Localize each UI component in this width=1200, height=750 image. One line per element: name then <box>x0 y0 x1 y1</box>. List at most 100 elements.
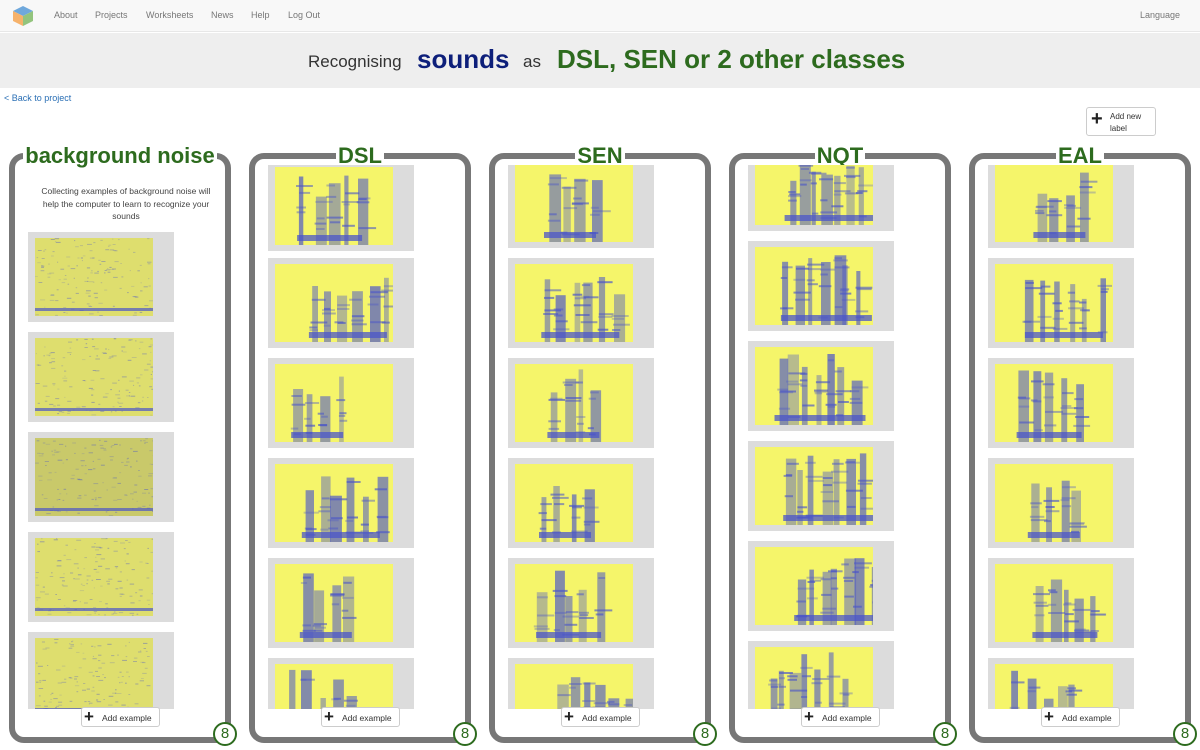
add-example-label: Add example <box>342 713 392 723</box>
example-count-badge: 8 <box>213 722 237 746</box>
add-example-button[interactable]: + Add example <box>1041 707 1120 727</box>
nav-news[interactable]: News <box>211 10 234 20</box>
nav-projects[interactable]: Projects <box>95 10 128 20</box>
spectrogram-thumbnail <box>275 264 393 342</box>
banner-classes: DSL, SEN or 2 other classes <box>557 44 906 74</box>
example-tile[interactable] <box>988 358 1134 448</box>
help-text: Collecting examples of background noise … <box>41 186 211 221</box>
examples-list[interactable] <box>255 165 465 709</box>
add-example-button[interactable]: + Add example <box>561 707 640 727</box>
example-tile[interactable] <box>508 558 654 648</box>
spectrogram-thumbnail <box>275 167 393 245</box>
spectrogram-thumbnail <box>995 264 1113 342</box>
spectrogram-thumbnail <box>755 247 873 325</box>
example-tile[interactable] <box>508 458 654 548</box>
add-new-label-text: Add new label <box>1110 112 1142 133</box>
example-tile[interactable] <box>988 165 1134 248</box>
add-example-label: Add example <box>822 713 872 723</box>
example-count-badge: 8 <box>693 722 717 746</box>
spectrogram-thumbnail <box>755 347 873 425</box>
spectrogram-thumbnail <box>275 364 393 442</box>
spectrogram-thumbnail <box>275 464 393 542</box>
example-tile[interactable] <box>28 632 174 709</box>
example-count-badge: 8 <box>933 722 957 746</box>
example-tile[interactable] <box>508 358 654 448</box>
add-example-label: Add example <box>582 713 632 723</box>
banner-as: as <box>523 52 541 71</box>
example-tile[interactable] <box>268 558 414 648</box>
spectrogram-thumbnail <box>995 464 1113 542</box>
add-example-button[interactable]: + Add example <box>801 707 880 727</box>
plus-icon: + <box>84 707 94 726</box>
spectrogram-thumbnail <box>515 165 633 242</box>
spectrogram-thumbnail <box>515 564 633 642</box>
examples-list[interactable] <box>495 165 705 709</box>
language-menu[interactable]: Language <box>1140 10 1180 20</box>
example-tile[interactable] <box>28 332 174 422</box>
example-tile[interactable] <box>28 232 174 322</box>
example-tile[interactable] <box>508 258 654 348</box>
label-column-nqt: NQT + Add example 8 <box>729 143 957 746</box>
spectrogram-thumbnail <box>755 447 873 525</box>
example-count-badge: 8 <box>453 722 477 746</box>
example-tile[interactable] <box>748 341 894 431</box>
spectrogram-thumbnail <box>35 438 153 516</box>
example-tile[interactable] <box>988 658 1134 709</box>
add-new-label-button[interactable]: + Add new label <box>1086 107 1156 136</box>
spectrogram-thumbnail <box>755 647 873 709</box>
example-tile[interactable] <box>268 358 414 448</box>
spectrogram-thumbnail <box>995 364 1113 442</box>
spectrogram-thumbnail <box>35 538 153 616</box>
example-tile[interactable] <box>508 165 654 248</box>
banner-type: sounds <box>417 44 510 74</box>
example-tile[interactable] <box>28 532 174 622</box>
nav-about[interactable]: About <box>54 10 78 20</box>
add-example-button[interactable]: + Add example <box>321 707 400 727</box>
example-tile[interactable] <box>988 258 1134 348</box>
example-tile[interactable] <box>988 458 1134 548</box>
example-tile[interactable] <box>268 258 414 348</box>
example-tile[interactable] <box>748 241 894 331</box>
nav-worksheets[interactable]: Worksheets <box>146 10 193 20</box>
plus-icon: + <box>324 707 334 726</box>
banner-prefix: Recognising <box>308 52 402 71</box>
example-tile[interactable] <box>268 658 414 709</box>
examples-list[interactable] <box>735 165 945 709</box>
example-count-badge: 8 <box>1173 722 1197 746</box>
spectrogram-thumbnail <box>515 664 633 709</box>
example-tile[interactable] <box>508 658 654 709</box>
spectrogram-thumbnail <box>275 564 393 642</box>
nav-logout[interactable]: Log Out <box>288 10 320 20</box>
spectrogram-thumbnail <box>35 238 153 316</box>
spectrogram-thumbnail <box>755 165 873 225</box>
nav-help[interactable]: Help <box>251 10 270 20</box>
example-tile[interactable] <box>748 541 894 631</box>
example-tile[interactable] <box>268 458 414 548</box>
spectrogram-thumbnail <box>35 338 153 416</box>
top-navbar: About Projects Worksheets News Help Log … <box>0 0 1200 32</box>
spectrogram-thumbnail <box>755 547 873 625</box>
label-column-eal: EAL + Add example 8 <box>969 143 1197 746</box>
label-column-sen: SEN + Add example 8 <box>489 143 717 746</box>
back-to-project-link[interactable]: < Back to project <box>4 93 71 103</box>
add-example-button[interactable]: + Add example <box>81 707 160 727</box>
example-tile[interactable] <box>268 165 414 251</box>
plus-icon: + <box>564 707 574 726</box>
example-tile[interactable] <box>988 558 1134 648</box>
cube-logo-icon[interactable] <box>12 5 34 27</box>
add-example-label: Add example <box>102 713 152 723</box>
examples-list[interactable] <box>975 165 1185 709</box>
example-tile[interactable] <box>748 165 894 231</box>
example-tile[interactable] <box>748 441 894 531</box>
examples-list[interactable]: Collecting examples of background noise … <box>15 165 225 709</box>
spectrogram-thumbnail <box>995 664 1113 709</box>
example-tile[interactable] <box>28 432 174 522</box>
plus-icon: + <box>804 707 814 726</box>
spectrogram-thumbnail <box>995 564 1113 642</box>
plus-icon: + <box>1044 707 1054 726</box>
example-tile[interactable] <box>748 641 894 709</box>
spectrogram-thumbnail <box>515 364 633 442</box>
spectrogram-thumbnail <box>995 165 1113 242</box>
label-column-dsl: DSL + Add example 8 <box>249 143 477 746</box>
page-banner: Recognising sounds as DSL, SEN or 2 othe… <box>0 33 1200 88</box>
